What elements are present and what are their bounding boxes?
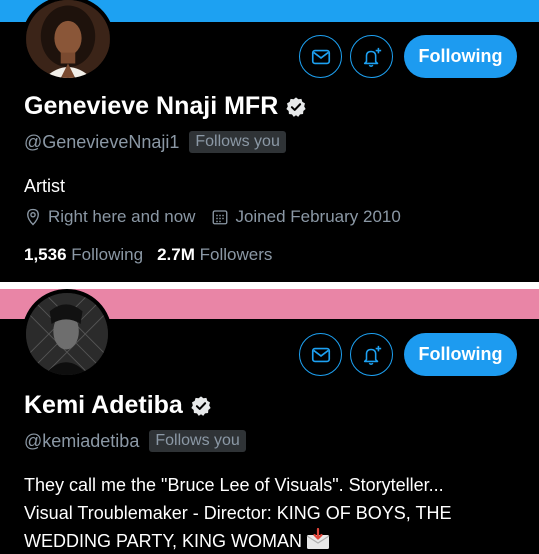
display-name: Genevieve Nnaji MFR (24, 92, 279, 120)
mail-icon (311, 347, 330, 362)
following-stat[interactable]: 1,536 Following (24, 245, 143, 265)
follow-stats: 1,536 Following 2.7M Followers (24, 245, 286, 265)
avatar-portrait-image (26, 0, 110, 78)
name-row: Genevieve Nnaji MFR (24, 92, 307, 121)
avatar[interactable] (22, 0, 114, 82)
bell-plus-icon (363, 47, 381, 67)
followers-count: 2.7M (157, 245, 195, 264)
location: Right here and now (24, 207, 195, 227)
notifications-button[interactable] (350, 35, 393, 78)
display-name: Kemi Adetiba (24, 391, 183, 419)
handle-row: @kemiadetiba Follows you (24, 430, 246, 452)
following-button[interactable]: Following (404, 35, 517, 78)
profile-card-genevieve: Following Genevieve Nnaji MFR @Genevieve… (0, 0, 539, 282)
bio-line: They call me the "Bruce Lee of Visuals".… (24, 475, 444, 495)
bio-line: Visual Troublemaker - Director: KING OF … (24, 503, 452, 523)
follows-you-badge: Follows you (189, 131, 286, 153)
name-row: Kemi Adetiba (24, 391, 212, 420)
bio-line-last: WEDDING PARTY, KING WOMAN (24, 527, 529, 554)
location-pin-icon (27, 208, 39, 226)
calendar-icon (213, 210, 228, 225)
message-button[interactable] (299, 333, 342, 376)
verified-badge-icon (191, 395, 211, 416)
envelope-arrow-emoji-icon (306, 528, 330, 549)
followers-label: Followers (199, 245, 273, 264)
bell-plus-icon (363, 345, 381, 365)
profile-meta: Right here and now Joined February 2010 (24, 207, 417, 227)
mail-icon (311, 49, 330, 64)
bio-line: Artist (24, 176, 66, 196)
follows-you-badge: Follows you (149, 430, 246, 452)
notifications-button[interactable] (350, 333, 393, 376)
bio: They call me the "Bruce Lee of Visuals".… (24, 471, 529, 554)
avatar[interactable] (22, 289, 112, 379)
avatar-portrait-image (26, 293, 108, 375)
handle-row: @GenevieveNnaji1 Follows you (24, 131, 286, 153)
joined-text: Joined February 2010 (235, 207, 401, 226)
following-count: 1,536 (24, 245, 67, 264)
location-text: Right here and now (48, 207, 196, 226)
message-button[interactable] (299, 35, 342, 78)
followers-stat[interactable]: 2.7M Followers (157, 245, 272, 265)
joined-date: Joined February 2010 (211, 207, 401, 227)
bio-line-text: WEDDING PARTY, KING WOMAN (24, 531, 303, 551)
handle: @GenevieveNnaji1 (24, 131, 180, 152)
following-button[interactable]: Following (404, 333, 517, 376)
bio: Artist (24, 172, 65, 200)
profile-card-kemi: Following Kemi Adetiba @kemiadetiba Foll… (0, 289, 539, 554)
verified-badge-icon (286, 96, 306, 117)
handle: @kemiadetiba (24, 430, 140, 451)
following-label: Following (71, 245, 144, 264)
